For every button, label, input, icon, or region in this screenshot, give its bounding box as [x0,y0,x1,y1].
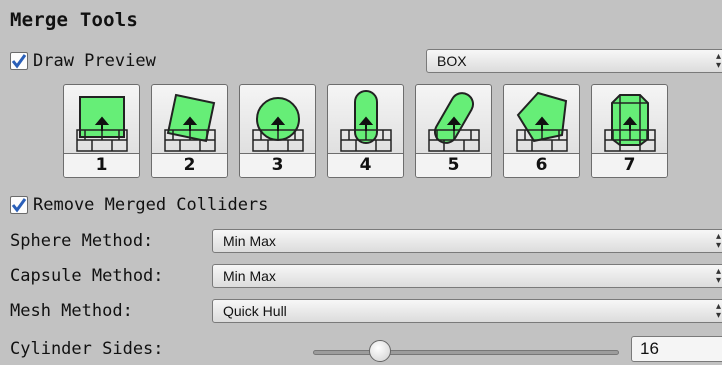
dropdown-arrows-icon: ▴ ▾ [715,51,721,71]
dropdown-arrows-icon: ▴ ▾ [715,301,721,321]
shape-button-7[interactable]: 7 [591,84,668,178]
cylinder-shape-icon [604,94,656,152]
mesh-method-label: Mesh Method: [10,301,133,321]
shape-button-3[interactable]: 3 [239,84,316,178]
shape-button-2[interactable]: 2 [151,84,228,178]
cylinder-sides-row: Cylinder Sides: [10,336,722,362]
draw-preview-checkbox[interactable] [10,52,28,70]
capsule-shape-icon [340,90,392,152]
shape-button-5[interactable]: 5 [415,84,492,178]
shape-number: 2 [152,153,227,177]
shape-number: 7 [592,153,667,177]
shape-number: 3 [240,153,315,177]
preview-mode-dropdown[interactable]: BOX ▴ ▾ [426,49,722,73]
shape-button-6[interactable]: 6 [503,84,580,178]
dropdown-arrows-icon: ▴ ▾ [715,231,721,251]
remove-merged-checkbox[interactable] [10,196,28,214]
section-title: Merge Tools [10,9,139,31]
shape-number: 1 [64,153,139,177]
sphere-method-value: Min Max [223,233,276,249]
remove-merged-label: Remove Merged Colliders [33,195,269,215]
shape-number: 5 [416,153,491,177]
sphere-method-dropdown[interactable]: Min Max ▴ ▾ [212,229,722,253]
draw-preview-label: Draw Preview [33,51,156,71]
cylinder-sides-slider-thumb[interactable] [369,340,391,362]
preview-mode-value: BOX [437,53,467,69]
mesh-method-value: Quick Hull [223,303,287,319]
capsule-method-label: Capsule Method: [10,266,164,286]
rotated-box-shape-icon [164,93,216,152]
convex-hull-shape-icon [516,91,568,152]
cylinder-sides-slider-track[interactable] [313,350,619,355]
shape-button-4[interactable]: 4 [327,84,404,178]
shape-number: 4 [328,153,403,177]
rotated-capsule-shape-icon [428,92,480,152]
capsule-method-dropdown[interactable]: Min Max ▴ ▾ [212,264,722,288]
box-shape-icon [76,96,128,152]
checkmark-icon [11,54,27,69]
shape-number: 6 [504,153,579,177]
sphere-shape-icon [252,97,304,152]
cylinder-sides-label: Cylinder Sides: [10,339,164,359]
sphere-method-label: Sphere Method: [10,231,154,251]
shape-buttons: 1 2 3 4 5 6 7 [63,84,679,178]
checkmark-icon [11,198,27,213]
shape-button-1[interactable]: 1 [63,84,140,178]
mesh-method-dropdown[interactable]: Quick Hull ▴ ▾ [212,299,722,323]
dropdown-arrows-icon: ▴ ▾ [715,266,721,286]
cylinder-sides-input[interactable]: 16 [631,336,722,362]
capsule-method-value: Min Max [223,268,276,284]
remove-merged-row: Remove Merged Colliders [10,192,722,218]
